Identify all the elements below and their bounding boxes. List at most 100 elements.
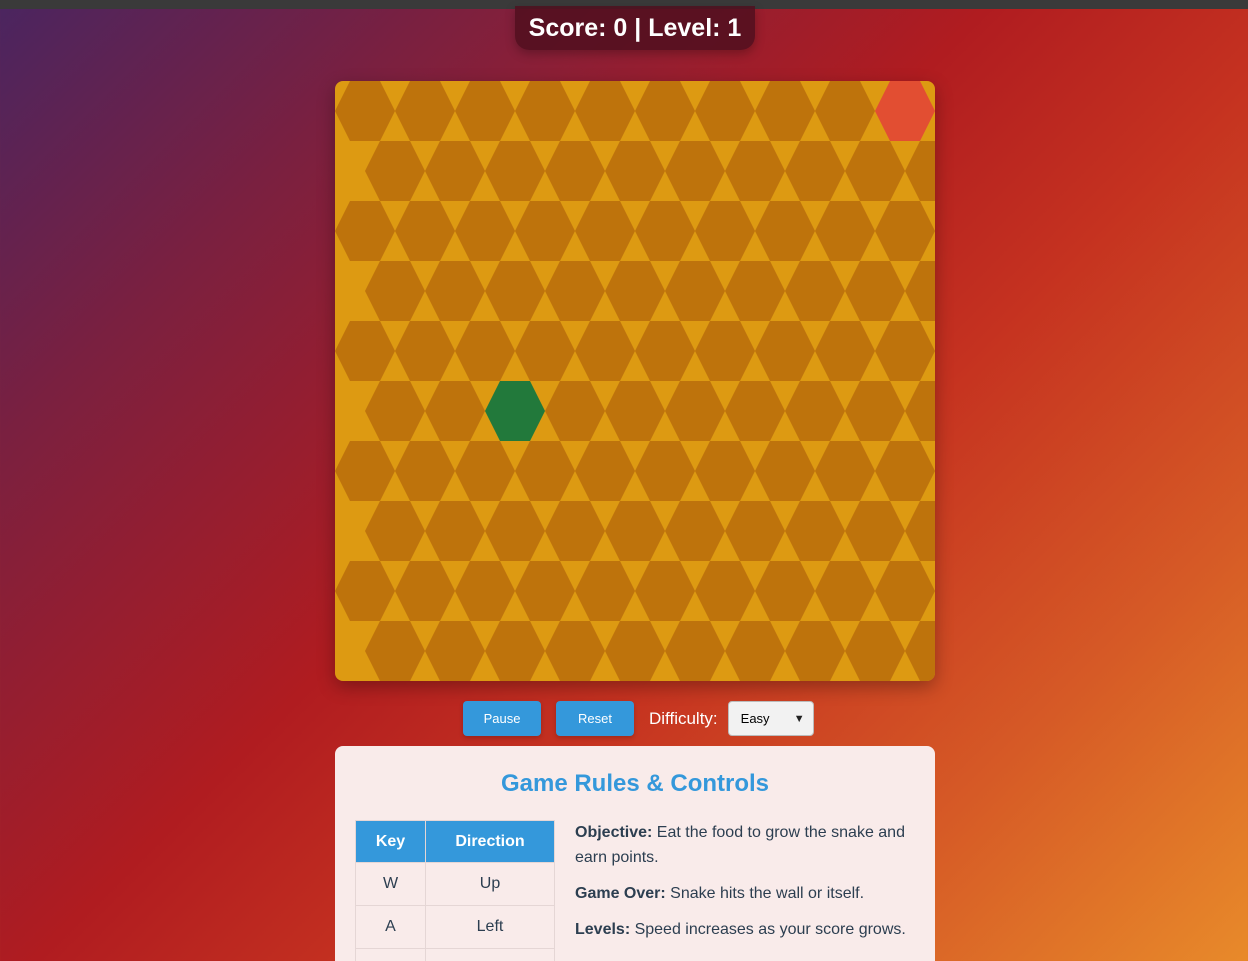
hex-cell — [395, 81, 455, 141]
hex-cell — [545, 381, 605, 441]
hex-cell — [755, 81, 815, 141]
hex-cell — [365, 261, 425, 321]
hex-cell — [755, 201, 815, 261]
hex-cell — [605, 381, 665, 441]
hex-cell — [515, 81, 575, 141]
hex-cell — [545, 141, 605, 201]
hex-cell — [635, 561, 695, 621]
hex-cell — [785, 141, 845, 201]
hex-cell — [365, 621, 425, 681]
hex-cell — [875, 201, 935, 261]
hex-cell — [545, 501, 605, 561]
hex-cell — [695, 441, 755, 501]
hex-cell — [575, 201, 635, 261]
hex-cell — [635, 201, 695, 261]
food-item — [875, 81, 935, 141]
difficulty-select[interactable]: Easy ▼ — [727, 701, 814, 736]
hex-cell — [455, 321, 515, 381]
hex-cell — [725, 381, 785, 441]
rules-title: Game Rules & Controls — [500, 770, 770, 797]
hex-cell — [515, 321, 575, 381]
hex-cell — [905, 381, 935, 441]
hex-cell — [905, 141, 935, 201]
rule-text: Snake hits the wall or itself. — [665, 885, 865, 902]
rule-objective: Objective: Eat the food to grow the snak… — [575, 820, 915, 870]
rule-label: Objective: — [575, 824, 653, 841]
hex-cell — [335, 321, 395, 381]
hex-cell — [635, 441, 695, 501]
hex-cell — [785, 381, 845, 441]
hex-cell — [605, 621, 665, 681]
hex-cell — [665, 621, 725, 681]
pause-button[interactable]: Pause — [463, 701, 541, 736]
table-cell-key — [355, 948, 426, 961]
hex-cell — [905, 501, 935, 561]
table-header-row: Key Direction — [355, 820, 555, 863]
reset-button[interactable]: Reset — [556, 701, 634, 736]
hex-cell — [425, 141, 485, 201]
hex-cell — [575, 441, 635, 501]
hex-cell — [545, 261, 605, 321]
hex-cell — [875, 561, 935, 621]
hex-cell — [395, 561, 455, 621]
hex-cell — [335, 81, 395, 141]
hex-cell — [815, 561, 875, 621]
hex-cell — [755, 441, 815, 501]
rule-levels: Levels: Speed increases as your score gr… — [575, 917, 915, 942]
table-row — [355, 948, 555, 961]
table-cell-direction — [425, 948, 555, 961]
hex-cell — [845, 381, 905, 441]
rule-label: Levels: — [575, 921, 631, 938]
hex-cell — [635, 321, 695, 381]
hex-cell — [695, 81, 755, 141]
hex-cell — [845, 501, 905, 561]
table-header-direction: Direction — [425, 820, 555, 863]
hex-cell — [695, 201, 755, 261]
table-header-key: Key — [355, 820, 426, 863]
hex-cell — [725, 141, 785, 201]
hex-cell — [365, 381, 425, 441]
hex-cell — [335, 441, 395, 501]
table-cell-key: W — [355, 862, 426, 906]
hex-cell — [515, 561, 575, 621]
hex-cell — [425, 501, 485, 561]
hex-cell — [875, 441, 935, 501]
rule-text: Speed increases as your score grows. — [630, 921, 906, 938]
hex-cell — [575, 561, 635, 621]
hex-cell — [425, 621, 485, 681]
hex-cell — [335, 201, 395, 261]
hex-cell — [755, 561, 815, 621]
hex-cell — [785, 261, 845, 321]
hex-cell — [845, 621, 905, 681]
hex-cell — [815, 321, 875, 381]
hex-cell — [455, 561, 515, 621]
hex-cell — [485, 141, 545, 201]
hex-cell — [845, 261, 905, 321]
key-table: Key Direction W Up A Left — [355, 820, 555, 961]
table-row: A Left — [355, 905, 555, 949]
rules-panel: Game Rules & Controls Key Direction W Up… — [335, 746, 935, 961]
snake-segment — [485, 381, 545, 441]
table-cell-direction: Left — [425, 905, 555, 949]
hex-cell — [485, 501, 545, 561]
hex-cell — [725, 261, 785, 321]
score-display: Score: 0 | Level: 1 — [515, 6, 755, 50]
hex-cell — [695, 561, 755, 621]
hex-cell — [455, 201, 515, 261]
hex-cell — [605, 501, 665, 561]
difficulty-label: Difficulty: — [649, 708, 718, 728]
hex-cell — [695, 321, 755, 381]
hex-cell — [395, 441, 455, 501]
hex-cell — [785, 501, 845, 561]
rules-body: Key Direction W Up A Left Objective: Eat… — [355, 820, 915, 961]
hex-cell — [905, 621, 935, 681]
hex-cell — [575, 81, 635, 141]
hex-cell — [635, 81, 695, 141]
difficulty-value: Easy — [740, 711, 770, 726]
hex-cell — [395, 201, 455, 261]
hex-cell — [395, 321, 455, 381]
hex-cell — [365, 501, 425, 561]
hex-grid — [335, 81, 935, 681]
game-board[interactable] — [335, 81, 935, 681]
hex-cell — [725, 501, 785, 561]
